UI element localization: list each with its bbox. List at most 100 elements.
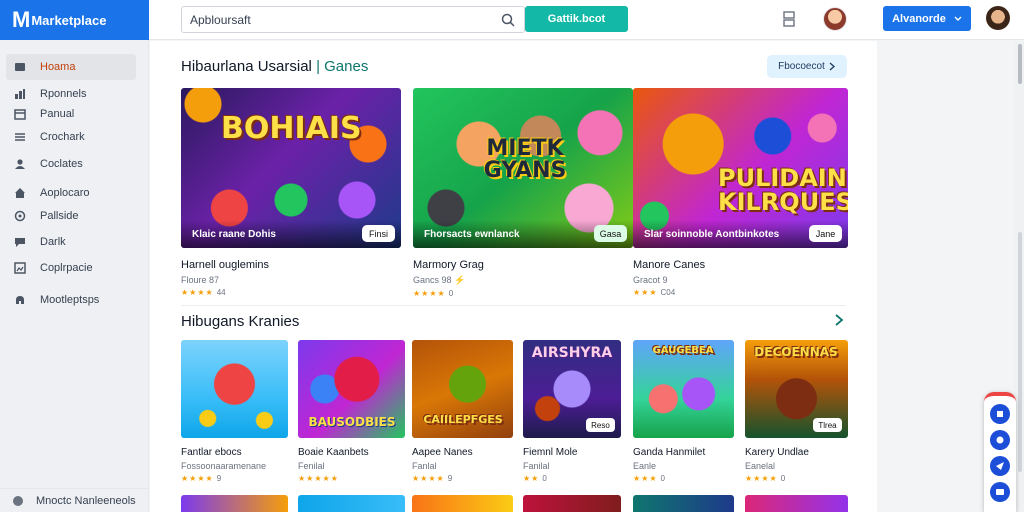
game-card-title[interactable]: Fiemnl Mole <box>523 447 621 458</box>
sidebar-item-dark[interactable]: Darlk <box>6 229 136 255</box>
featured-card-badge[interactable]: Gasa <box>594 225 627 242</box>
sidebar-item-label: Coplrpacie <box>40 262 93 274</box>
game-card-title[interactable]: Boaie Kaanbets <box>298 447 405 458</box>
featured-card-image[interactable]: BOHIAIS Klaic raane Dohis Finsi <box>181 88 401 248</box>
sidebar-footer[interactable]: Mnoctc Nanleeneols <box>0 488 149 512</box>
top-bar: M Marketplace Gattik.bcot Alvanorde <box>0 0 1024 40</box>
rating: ★★ 0 <box>523 474 621 483</box>
notification-button[interactable] <box>990 404 1010 424</box>
rating-value: 0 <box>448 289 454 298</box>
calendar-icon <box>14 109 26 120</box>
rating: ★★★★ 9 <box>181 474 288 483</box>
featured-card-image[interactable]: PULIDAIN KILRQUES Slar soinnoble Aontbin… <box>633 88 848 248</box>
game-card-image[interactable]: GAUGEBEA <box>633 340 734 438</box>
star-rating-icons: ★★★★ <box>181 474 214 483</box>
game-card-image[interactable]: CAIILEPFGES <box>412 340 513 438</box>
brand-logo[interactable]: M Marketplace <box>0 0 149 40</box>
rating: ★★★ C04 <box>633 288 848 297</box>
game-card-partial[interactable] <box>298 495 405 512</box>
game-card-badge[interactable]: Reso <box>586 418 615 432</box>
game-card-image[interactable]: AIRSHYRA Reso <box>523 340 621 438</box>
game-card-partial[interactable] <box>633 495 734 512</box>
brand-name: Marketplace <box>31 12 107 28</box>
sidebar-item-checklist[interactable]: Crochark <box>6 124 136 150</box>
featured-card-badge[interactable]: Jane <box>809 225 842 242</box>
sidebar-item-label: Coclates <box>40 158 83 170</box>
sidebar-item-home[interactable]: Hoama <box>6 54 136 80</box>
rating: ★★★★ 0 <box>745 474 848 483</box>
profile-avatar[interactable] <box>986 6 1010 30</box>
game-card[interactable]: GAUGEBEA Ganda Hanmilet Eanle ★★★ 0 <box>633 340 734 483</box>
sidebar-item-label: Crochark <box>40 131 85 143</box>
featured-card-subtitle: Gancs 98 ⚡ <box>413 275 466 285</box>
game-card[interactable]: Fantlar ebocs Fossoonaaramenane ★★★★ 9 <box>181 340 288 483</box>
featured-card[interactable]: BOHIAIS Klaic raane Dohis Finsi Harnell … <box>181 88 401 297</box>
sidebar-footer-label: Mnoctc Nanleeneols <box>36 494 136 507</box>
sidebar: Hoama Rponnels Panual Crochark Coclates … <box>0 40 149 512</box>
game-card-partial[interactable] <box>412 495 513 512</box>
game-card-title[interactable]: Ganda Hanmilet <box>633 447 734 458</box>
chevron-right-icon <box>829 62 835 71</box>
featured-card-title[interactable]: Manore Canes <box>633 259 848 271</box>
game-card[interactable]: CAIILEPFGES Aapee Nanes Fanlal ★★★★ 9 <box>412 340 513 483</box>
game-card-partial[interactable] <box>181 495 288 512</box>
sidebar-item-copier[interactable]: Coplrpacie <box>6 255 136 281</box>
games-section-title: Hibugans Kranies <box>181 313 300 330</box>
game-card-subtitle: Fenilal <box>298 461 325 471</box>
sidebar-item-label: Darlk <box>40 236 66 248</box>
rating-value: 9 <box>447 474 453 483</box>
chevron-down-icon <box>954 16 962 21</box>
game-card[interactable]: DECOENNAS Tlrea Karery Undlae Eanelal ★★… <box>745 340 848 483</box>
sidebar-item-label: Panual <box>40 108 75 120</box>
featured-card-image[interactable]: MIETK GYANS Fhorsacts ewnlanck Gasa <box>413 88 633 248</box>
game-card-partial[interactable] <box>745 495 848 512</box>
share-button[interactable] <box>990 456 1010 476</box>
featured-card-subtitle: Floure 87 <box>181 275 220 285</box>
game-card-title[interactable]: Fantlar ebocs <box>181 447 288 458</box>
rating: ★★★★★ <box>298 474 405 483</box>
search-icon[interactable] <box>500 12 516 28</box>
rating-value: 9 <box>216 474 222 483</box>
game-card-partial[interactable] <box>523 495 621 512</box>
featured-card-title[interactable]: Marmory Grag <box>413 259 633 271</box>
scrollbar-thumb[interactable] <box>1018 44 1022 84</box>
featured-card-badge[interactable]: Finsi <box>362 225 395 242</box>
game-card-image[interactable]: BAUSODBIES <box>298 340 405 438</box>
game-card[interactable]: AIRSHYRA Reso Fiemnl Mole Fanilal ★★ 0 <box>523 340 621 483</box>
sidebar-item-marketplaces[interactable]: Mootleptsps <box>6 287 136 313</box>
sidebar-item-profile[interactable]: Pallside <box>6 203 136 229</box>
featured-card-art-title: PULIDAIN KILRQUES <box>718 164 848 216</box>
account-button[interactable]: Alvanorde <box>883 6 971 31</box>
location-icon <box>14 210 26 222</box>
help-button[interactable] <box>990 430 1010 450</box>
game-card-subtitle: Fossoonaaramenane <box>181 461 267 471</box>
game-card[interactable]: BAUSODBIES Boaie Kaanbets Fenilal ★★★★★ <box>298 340 405 483</box>
bell-icon <box>997 411 1003 417</box>
see-all-button[interactable]: Fbocoecot <box>767 55 847 78</box>
chevron-right-icon[interactable] <box>833 313 845 327</box>
game-card-title[interactable]: Aapee Nanes <box>412 447 513 458</box>
featured-card-caption: Klaic raane Dohis <box>192 229 276 240</box>
cart-icon[interactable] <box>780 10 798 28</box>
avatar[interactable] <box>823 7 847 31</box>
game-card-image[interactable]: DECOENNAS Tlrea <box>745 340 848 438</box>
featured-card[interactable]: MIETK GYANS Fhorsacts ewnlanck Gasa Marm… <box>413 88 633 298</box>
get-started-button[interactable]: Gattik.bcot <box>525 6 628 32</box>
featured-card-title[interactable]: Harnell ouglemins <box>181 259 401 271</box>
sidebar-item-label: Mootleptsps <box>40 294 100 306</box>
game-card-badge[interactable]: Tlrea <box>813 418 842 432</box>
featured-card[interactable]: PULIDAIN KILRQUES Slar soinnoble Aontbin… <box>633 88 848 297</box>
rating: ★★★ 0 <box>633 474 734 483</box>
sidebar-item-label: Rponnels <box>40 88 87 100</box>
chat-button[interactable] <box>990 482 1010 502</box>
game-card-art-title: AIRSHYRA <box>531 345 613 361</box>
game-card-subtitle: Eanle <box>633 461 657 471</box>
sidebar-item-contacts[interactable]: Coclates <box>6 151 136 177</box>
search-input[interactable] <box>190 12 500 27</box>
rating-value: 44 <box>216 288 226 297</box>
star-rating-icons: ★★★ <box>633 474 658 483</box>
rating-value: 0 <box>542 474 547 483</box>
game-card-image[interactable] <box>181 340 288 438</box>
game-card-title[interactable]: Karery Undlae <box>745 447 848 458</box>
cloud-icon <box>16 296 24 304</box>
